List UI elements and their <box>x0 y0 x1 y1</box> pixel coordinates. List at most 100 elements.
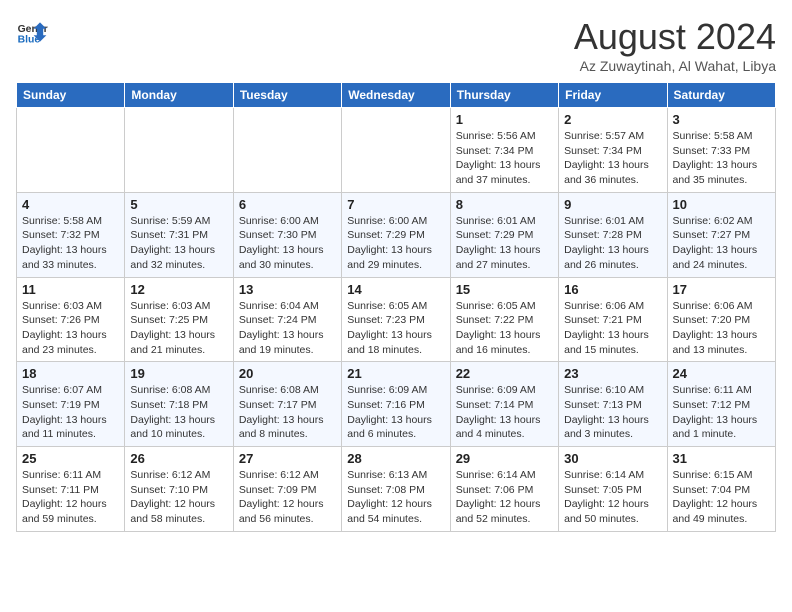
calendar-day-cell: 12 Sunrise: 6:03 AM Sunset: 7:25 PM Dayli… <box>125 277 233 362</box>
calendar-day-cell: 24Sunrise: 6:11 AM Sunset: 7:12 PM Dayli… <box>667 362 775 447</box>
day-number: 1 <box>456 112 553 127</box>
day-info: Sunrise: 6:01 AM Sunset: 7:28 PM Dayligh… <box>564 214 661 273</box>
day-info: Sunrise: 6:05 AM Sunset: 7:23 PM Dayligh… <box>347 299 444 358</box>
day-info: Sunrise: 6:05 AM Sunset: 7:22 PM Dayligh… <box>456 299 553 358</box>
day-info: Sunrise: 6:10 AM Sunset: 7:13 PM Dayligh… <box>564 383 661 442</box>
svg-text:General: General <box>18 24 48 35</box>
day-number: 4 <box>22 197 119 212</box>
day-number: 2 <box>564 112 661 127</box>
calendar-day-cell: 20 Sunrise: 6:08 AM Sunset: 7:17 PM Dayli… <box>233 362 341 447</box>
day-number: 13 <box>239 282 336 297</box>
calendar-day-header: Wednesday <box>342 83 450 108</box>
calendar-day-cell: 11Sunrise: 6:03 AM Sunset: 7:26 PM Dayli… <box>17 277 125 362</box>
calendar-day-cell: 17Sunrise: 6:06 AM Sunset: 7:20 PM Dayli… <box>667 277 775 362</box>
day-number: 8 <box>456 197 553 212</box>
calendar-day-cell: 25Sunrise: 6:11 AM Sunset: 7:11 PM Dayli… <box>17 447 125 532</box>
day-info: Sunrise: 6:01 AM Sunset: 7:29 PM Dayligh… <box>456 214 553 273</box>
day-info: Sunrise: 5:57 AM Sunset: 7:34 PM Dayligh… <box>564 129 661 188</box>
day-number: 26 <box>130 451 227 466</box>
calendar-header-row: SundayMondayTuesdayWednesdayThursdayFrid… <box>17 83 776 108</box>
day-info: Sunrise: 6:06 AM Sunset: 7:20 PM Dayligh… <box>673 299 770 358</box>
day-number: 3 <box>673 112 770 127</box>
calendar-day-cell: 7 Sunrise: 6:00 AM Sunset: 7:29 PM Daylig… <box>342 192 450 277</box>
day-number: 20 <box>239 366 336 381</box>
day-number: 12 <box>130 282 227 297</box>
title-block: August 2024 Az Zuwaytinah, Al Wahat, Lib… <box>574 16 776 74</box>
calendar-day-header: Friday <box>559 83 667 108</box>
day-number: 25 <box>22 451 119 466</box>
day-number: 18 <box>22 366 119 381</box>
day-number: 10 <box>673 197 770 212</box>
day-info: Sunrise: 6:14 AM Sunset: 7:05 PM Dayligh… <box>564 468 661 527</box>
calendar-week-row: 25Sunrise: 6:11 AM Sunset: 7:11 PM Dayli… <box>17 447 776 532</box>
logo: General Blue <box>16 16 48 48</box>
calendar-day-cell <box>125 108 233 193</box>
day-number: 22 <box>456 366 553 381</box>
day-number: 11 <box>22 282 119 297</box>
calendar-day-cell: 23 Sunrise: 6:10 AM Sunset: 7:13 PM Dayli… <box>559 362 667 447</box>
day-info: Sunrise: 6:12 AM Sunset: 7:10 PM Dayligh… <box>130 468 227 527</box>
calendar-day-cell: 16Sunrise: 6:06 AM Sunset: 7:21 PM Dayli… <box>559 277 667 362</box>
day-info: Sunrise: 6:09 AM Sunset: 7:14 PM Dayligh… <box>456 383 553 442</box>
day-number: 19 <box>130 366 227 381</box>
calendar-day-cell <box>233 108 341 193</box>
calendar-week-row: 11Sunrise: 6:03 AM Sunset: 7:26 PM Dayli… <box>17 277 776 362</box>
day-info: Sunrise: 6:02 AM Sunset: 7:27 PM Dayligh… <box>673 214 770 273</box>
calendar-day-cell: 22 Sunrise: 6:09 AM Sunset: 7:14 PM Dayli… <box>450 362 558 447</box>
day-info: Sunrise: 6:04 AM Sunset: 7:24 PM Dayligh… <box>239 299 336 358</box>
page-header: General Blue August 2024 Az Zuwaytinah, … <box>16 16 776 74</box>
calendar-day-cell: 13 Sunrise: 6:04 AM Sunset: 7:24 PM Dayli… <box>233 277 341 362</box>
day-info: Sunrise: 6:08 AM Sunset: 7:17 PM Dayligh… <box>239 383 336 442</box>
day-info: Sunrise: 5:56 AM Sunset: 7:34 PM Dayligh… <box>456 129 553 188</box>
calendar-day-cell: 2 Sunrise: 5:57 AM Sunset: 7:34 PM Daylig… <box>559 108 667 193</box>
day-info: Sunrise: 5:58 AM Sunset: 7:33 PM Dayligh… <box>673 129 770 188</box>
day-info: Sunrise: 6:13 AM Sunset: 7:08 PM Dayligh… <box>347 468 444 527</box>
day-info: Sunrise: 6:14 AM Sunset: 7:06 PM Dayligh… <box>456 468 553 527</box>
day-number: 6 <box>239 197 336 212</box>
logo-icon: General Blue <box>16 16 48 48</box>
calendar-day-cell: 31Sunrise: 6:15 AM Sunset: 7:04 PM Dayli… <box>667 447 775 532</box>
day-number: 30 <box>564 451 661 466</box>
day-number: 14 <box>347 282 444 297</box>
calendar-day-cell: 28Sunrise: 6:13 AM Sunset: 7:08 PM Dayli… <box>342 447 450 532</box>
day-number: 27 <box>239 451 336 466</box>
calendar-day-header: Thursday <box>450 83 558 108</box>
day-number: 5 <box>130 197 227 212</box>
calendar-day-cell: 14 Sunrise: 6:05 AM Sunset: 7:23 PM Dayli… <box>342 277 450 362</box>
calendar-day-cell: 3 Sunrise: 5:58 AM Sunset: 7:33 PM Daylig… <box>667 108 775 193</box>
day-number: 7 <box>347 197 444 212</box>
calendar-day-cell: 4Sunrise: 5:58 AM Sunset: 7:32 PM Daylig… <box>17 192 125 277</box>
day-info: Sunrise: 6:06 AM Sunset: 7:21 PM Dayligh… <box>564 299 661 358</box>
day-info: Sunrise: 6:00 AM Sunset: 7:30 PM Dayligh… <box>239 214 336 273</box>
day-info: Sunrise: 6:03 AM Sunset: 7:25 PM Dayligh… <box>130 299 227 358</box>
day-info: Sunrise: 6:08 AM Sunset: 7:18 PM Dayligh… <box>130 383 227 442</box>
calendar-day-cell: 30 Sunrise: 6:14 AM Sunset: 7:05 PM Dayli… <box>559 447 667 532</box>
day-number: 23 <box>564 366 661 381</box>
calendar-table: SundayMondayTuesdayWednesdayThursdayFrid… <box>16 82 776 532</box>
calendar-day-cell: 1 Sunrise: 5:56 AM Sunset: 7:34 PM Daylig… <box>450 108 558 193</box>
calendar-day-header: Monday <box>125 83 233 108</box>
calendar-day-cell: 8 Sunrise: 6:01 AM Sunset: 7:29 PM Daylig… <box>450 192 558 277</box>
day-info: Sunrise: 5:59 AM Sunset: 7:31 PM Dayligh… <box>130 214 227 273</box>
day-number: 21 <box>347 366 444 381</box>
day-info: Sunrise: 6:09 AM Sunset: 7:16 PM Dayligh… <box>347 383 444 442</box>
calendar-day-cell <box>342 108 450 193</box>
calendar-day-cell: 6 Sunrise: 6:00 AM Sunset: 7:30 PM Daylig… <box>233 192 341 277</box>
calendar-day-cell: 27 Sunrise: 6:12 AM Sunset: 7:09 PM Dayli… <box>233 447 341 532</box>
day-info: Sunrise: 6:11 AM Sunset: 7:12 PM Dayligh… <box>673 383 770 442</box>
calendar-week-row: 4Sunrise: 5:58 AM Sunset: 7:32 PM Daylig… <box>17 192 776 277</box>
calendar-day-cell: 19 Sunrise: 6:08 AM Sunset: 7:18 PM Dayli… <box>125 362 233 447</box>
day-info: Sunrise: 6:00 AM Sunset: 7:29 PM Dayligh… <box>347 214 444 273</box>
day-info: Sunrise: 6:12 AM Sunset: 7:09 PM Dayligh… <box>239 468 336 527</box>
calendar-day-cell: 10 Sunrise: 6:02 AM Sunset: 7:27 PM Dayli… <box>667 192 775 277</box>
calendar-day-cell: 18 Sunrise: 6:07 AM Sunset: 7:19 PM Dayli… <box>17 362 125 447</box>
calendar-day-cell <box>17 108 125 193</box>
calendar-day-header: Saturday <box>667 83 775 108</box>
location: Az Zuwaytinah, Al Wahat, Libya <box>574 58 776 74</box>
day-number: 15 <box>456 282 553 297</box>
calendar-day-cell: 15 Sunrise: 6:05 AM Sunset: 7:22 PM Dayli… <box>450 277 558 362</box>
calendar-day-cell: 26 Sunrise: 6:12 AM Sunset: 7:10 PM Dayli… <box>125 447 233 532</box>
calendar-day-header: Sunday <box>17 83 125 108</box>
day-info: Sunrise: 6:07 AM Sunset: 7:19 PM Dayligh… <box>22 383 119 442</box>
day-number: 9 <box>564 197 661 212</box>
